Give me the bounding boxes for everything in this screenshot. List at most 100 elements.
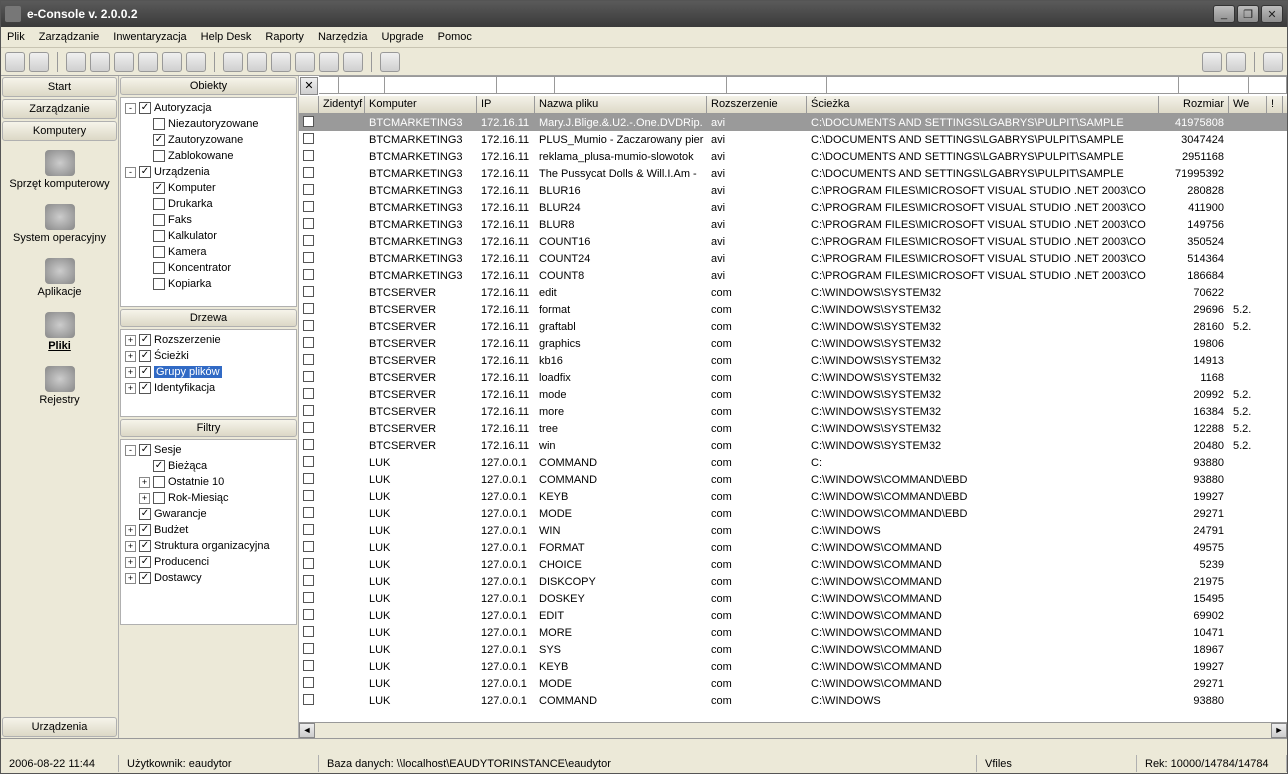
col-filter-chk[interactable] bbox=[319, 76, 339, 93]
table-row[interactable]: BTCMARKETING3172.16.11COUNT16aviC:\PROGR… bbox=[299, 233, 1287, 250]
tree-item[interactable]: Kamera bbox=[121, 244, 296, 260]
toolbar-btn-2[interactable] bbox=[66, 52, 86, 72]
tree-expand-icon[interactable]: + bbox=[125, 367, 136, 378]
cell-chk[interactable] bbox=[299, 507, 319, 521]
toolbar-btn-1[interactable] bbox=[29, 52, 49, 72]
col-filter-comp[interactable] bbox=[385, 76, 497, 93]
toolbar-btn-14[interactable] bbox=[380, 52, 400, 72]
table-row[interactable]: BTCSERVER172.16.11editcomC:\WINDOWS\SYST… bbox=[299, 284, 1287, 301]
tree-checkbox[interactable]: ✓ bbox=[153, 182, 165, 194]
tree-expand-icon[interactable]: - bbox=[125, 103, 136, 114]
table-row[interactable]: BTCMARKETING3172.16.11BLUR8aviC:\PROGRAM… bbox=[299, 216, 1287, 233]
tree-expand-icon[interactable]: + bbox=[125, 541, 136, 552]
tree-expand-icon[interactable]: - bbox=[125, 445, 136, 456]
cell-chk[interactable] bbox=[299, 575, 319, 589]
nav-start[interactable]: Start bbox=[2, 77, 117, 97]
tree-checkbox[interactable]: ✓ bbox=[139, 572, 151, 584]
tree-checkbox[interactable]: ✓ bbox=[139, 102, 151, 114]
tree-item[interactable]: Drukarka bbox=[121, 196, 296, 212]
toolbar-btn-5[interactable] bbox=[138, 52, 158, 72]
table-row[interactable]: LUK127.0.0.1FORMATcomC:\WINDOWS\COMMAND4… bbox=[299, 539, 1287, 556]
cell-chk[interactable] bbox=[299, 201, 319, 215]
row-checkbox[interactable] bbox=[303, 337, 314, 348]
table-row[interactable]: LUK127.0.0.1MODEcomC:\WINDOWS\COMMAND292… bbox=[299, 675, 1287, 692]
tree-expand-icon[interactable]: + bbox=[125, 383, 136, 394]
col-filter-path[interactable] bbox=[827, 76, 1179, 93]
row-checkbox[interactable] bbox=[303, 524, 314, 535]
col-header-size[interactable]: Rozmiar bbox=[1159, 96, 1229, 113]
tree-checkbox[interactable] bbox=[153, 214, 165, 226]
cell-chk[interactable] bbox=[299, 303, 319, 317]
table-row[interactable]: BTCMARKETING3172.16.11reklama_plusa-mumi… bbox=[299, 148, 1287, 165]
panel-objects[interactable]: -✓AutoryzacjaNiezautoryzowane✓Zautoryzow… bbox=[120, 97, 297, 307]
row-checkbox[interactable] bbox=[303, 354, 314, 365]
tree-expand-icon[interactable]: + bbox=[125, 573, 136, 584]
table-row[interactable]: BTCMARKETING3172.16.11The Pussycat Dolls… bbox=[299, 165, 1287, 182]
row-checkbox[interactable] bbox=[303, 592, 314, 603]
row-checkbox[interactable] bbox=[303, 660, 314, 671]
toolbar-print-btn[interactable] bbox=[1226, 52, 1246, 72]
row-checkbox[interactable] bbox=[303, 286, 314, 297]
table-row[interactable]: BTCSERVER172.16.11kb16comC:\WINDOWS\SYST… bbox=[299, 352, 1287, 369]
table-row[interactable]: LUK127.0.0.1COMMANDcomC:\WINDOWS93880 bbox=[299, 692, 1287, 709]
col-header-ip[interactable]: IP bbox=[477, 96, 535, 113]
toolbar-btn-12[interactable] bbox=[319, 52, 339, 72]
col-filter-ext[interactable] bbox=[727, 76, 827, 93]
col-header-ext[interactable]: Rozszerzenie bbox=[707, 96, 807, 113]
row-checkbox[interactable] bbox=[303, 252, 314, 263]
menu-plik[interactable]: Plik bbox=[7, 31, 25, 43]
tree-checkbox[interactable] bbox=[153, 492, 165, 504]
table-row[interactable]: LUK127.0.0.1KEYBcomC:\WINDOWS\COMMAND\EB… bbox=[299, 488, 1287, 505]
col-header-path[interactable]: Ścieżka bbox=[807, 96, 1159, 113]
cell-chk[interactable] bbox=[299, 354, 319, 368]
cell-chk[interactable] bbox=[299, 320, 319, 334]
grid-header-row[interactable]: ZidentyfKomputerIPNazwa plikuRozszerzeni… bbox=[299, 96, 1287, 114]
grid-hscrollbar[interactable]: ◄ ► bbox=[299, 722, 1287, 738]
cell-chk[interactable] bbox=[299, 218, 319, 232]
menu-help-desk[interactable]: Help Desk bbox=[201, 31, 252, 43]
col-filter-id[interactable] bbox=[339, 76, 385, 93]
row-checkbox[interactable] bbox=[303, 422, 314, 433]
row-checkbox[interactable] bbox=[303, 133, 314, 144]
table-row[interactable]: BTCSERVER172.16.11graphicscomC:\WINDOWS\… bbox=[299, 335, 1287, 352]
row-checkbox[interactable] bbox=[303, 201, 314, 212]
col-header-alert[interactable]: ! bbox=[1267, 96, 1283, 113]
toolbar-btn-11[interactable] bbox=[295, 52, 315, 72]
table-row[interactable]: BTCSERVER172.16.11modecomC:\WINDOWS\SYST… bbox=[299, 386, 1287, 403]
row-checkbox[interactable] bbox=[303, 150, 314, 161]
tree-item[interactable]: Zablokowane bbox=[121, 148, 296, 164]
maximize-button[interactable]: ❐ bbox=[1237, 5, 1259, 23]
cell-chk[interactable] bbox=[299, 286, 319, 300]
table-row[interactable]: BTCMARKETING3172.16.11COUNT8aviC:\PROGRA… bbox=[299, 267, 1287, 284]
panel-trees[interactable]: +✓Rozszerzenie+✓Ścieżki+✓Grupy plików+✓I… bbox=[120, 329, 297, 417]
nav-item-sprzęt-komputerowy[interactable]: Sprzęt komputerowy bbox=[1, 146, 118, 200]
tree-checkbox[interactable]: ✓ bbox=[153, 460, 165, 472]
row-checkbox[interactable] bbox=[303, 371, 314, 382]
tree-checkbox[interactable]: ✓ bbox=[153, 134, 165, 146]
tree-item[interactable]: +✓Rozszerzenie bbox=[121, 332, 296, 348]
tree-item[interactable]: +Ostatnie 10 bbox=[121, 474, 296, 490]
row-checkbox[interactable] bbox=[303, 473, 314, 484]
tree-checkbox[interactable] bbox=[153, 278, 165, 290]
table-row[interactable]: BTCSERVER172.16.11treecomC:\WINDOWS\SYST… bbox=[299, 420, 1287, 437]
row-checkbox[interactable] bbox=[303, 405, 314, 416]
tree-item[interactable]: +✓Identyfikacja bbox=[121, 380, 296, 396]
tree-checkbox[interactable]: ✓ bbox=[139, 540, 151, 552]
tree-checkbox[interactable]: ✓ bbox=[139, 366, 151, 378]
toolbar-btn-7[interactable] bbox=[186, 52, 206, 72]
tree-expand-icon[interactable]: - bbox=[125, 167, 136, 178]
scroll-left-button[interactable]: ◄ bbox=[299, 723, 315, 738]
grid-close-tab[interactable]: ✕ bbox=[300, 77, 318, 95]
tree-item[interactable]: Koncentrator bbox=[121, 260, 296, 276]
col-filter-size[interactable] bbox=[1179, 76, 1249, 93]
table-row[interactable]: BTCSERVER172.16.11graftablcomC:\WINDOWS\… bbox=[299, 318, 1287, 335]
nav-item-rejestry[interactable]: Rejestry bbox=[1, 362, 118, 416]
table-row[interactable]: BTCMARKETING3172.16.11BLUR16aviC:\PROGRA… bbox=[299, 182, 1287, 199]
cell-chk[interactable] bbox=[299, 252, 319, 266]
tree-checkbox[interactable] bbox=[153, 150, 165, 162]
row-checkbox[interactable] bbox=[303, 626, 314, 637]
cell-chk[interactable] bbox=[299, 592, 319, 606]
tree-checkbox[interactable] bbox=[153, 262, 165, 274]
cell-chk[interactable] bbox=[299, 677, 319, 691]
menu-zarządzanie[interactable]: Zarządzanie bbox=[39, 31, 100, 43]
